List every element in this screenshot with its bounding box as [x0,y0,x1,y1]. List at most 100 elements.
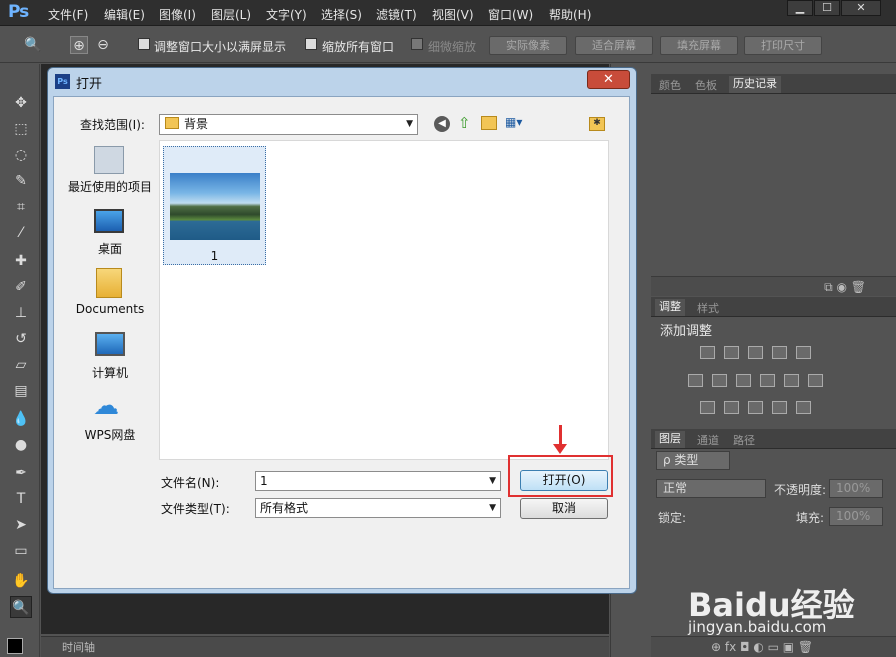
menu-window[interactable]: 窗口(W) [488,6,533,23]
timeline-label[interactable]: 时间轴 [62,639,95,655]
maximize-button[interactable]: ☐ [814,0,840,16]
hue-saturation-icon[interactable] [688,374,703,387]
brightness-icon[interactable] [700,346,715,359]
history-brush-icon[interactable]: ↺ [10,328,32,350]
place-documents[interactable]: Documents [66,302,154,316]
documents-folder-icon[interactable] [96,268,122,298]
crop-tool-icon[interactable]: ⌗ [10,196,32,218]
invert-icon[interactable] [700,401,715,414]
new-folder-icon[interactable] [481,116,497,130]
lock-label: 锁定: [658,511,687,525]
tab-styles[interactable]: 样式 [697,300,719,316]
menu-type[interactable]: 文字(Y) [266,6,307,23]
eraser-icon[interactable]: ▱ [10,354,32,376]
curves-icon[interactable] [748,346,763,359]
zoom-in-icon[interactable]: ⊕ [70,36,88,54]
lasso-tool-icon[interactable]: ◌ [10,144,32,166]
zoom-out-icon[interactable]: ⊖ [94,36,112,54]
color-balance-icon[interactable] [712,374,727,387]
hand-tool-icon[interactable]: ✋ [10,570,32,592]
menu-layer[interactable]: 图层(L) [211,6,251,23]
filename-label: 文件名(N): [161,476,220,490]
place-wps-cloud[interactable]: WPS网盘 [66,426,154,443]
tab-layers[interactable]: 图层 [655,431,685,448]
color-lookup-icon[interactable] [808,374,823,387]
menu-help[interactable]: 帮助(H) [549,6,591,23]
quick-select-icon[interactable]: ✎ [10,170,32,192]
layers-panel-footer: ⊕ fx ◘ ◐ ▭ ▣ 🗑 [651,636,896,657]
back-icon[interactable]: ◀ [434,116,450,132]
favorite-folder-icon[interactable]: ✱ [589,117,605,131]
arrow-head-icon [553,444,567,454]
exposure-icon[interactable] [772,346,787,359]
stamp-tool-icon[interactable]: ⊥ [10,302,32,324]
menu-file[interactable]: 文件(F) [48,6,88,23]
zoom-tool-icon[interactable]: 🔍 [24,36,42,54]
chevron-down-icon: ▼ [489,503,496,513]
opacity-input[interactable]: 100% [829,479,883,498]
levels-icon[interactable] [724,346,739,359]
close-window-button[interactable]: ✕ [841,0,881,16]
cancel-button[interactable]: 取消 [520,498,608,519]
vibrance-icon[interactable] [796,346,811,359]
scrubby-zoom-checkbox[interactable] [411,38,423,50]
dialog-close-button[interactable]: ✕ [587,70,630,89]
brush-tool-icon[interactable]: ✐ [10,276,32,298]
menu-select[interactable]: 选择(S) [321,6,362,23]
view-menu-icon[interactable]: ▦▾ [505,115,529,131]
threshold-icon[interactable] [748,401,763,414]
fill-input[interactable]: 100% [829,507,883,526]
add-adjustment-title: 添加调整 [660,324,713,339]
print-size-button[interactable]: 打印尺寸 [744,36,822,55]
blur-tool-icon[interactable]: 💧 [10,408,32,430]
actual-pixels-button[interactable]: 实际像素 [489,36,567,55]
move-tool-icon[interactable]: ✥ [10,92,32,114]
place-desktop[interactable]: 桌面 [66,240,154,257]
tab-history[interactable]: 历史记录 [729,76,781,93]
pen-tool-icon[interactable]: ✒ [10,462,32,484]
place-computer[interactable]: 计算机 [66,364,154,381]
up-folder-icon[interactable]: ⇧ [458,114,471,132]
healing-brush-icon[interactable]: ✚ [10,250,32,272]
resize-windows-checkbox[interactable] [138,38,150,50]
dodge-tool-icon[interactable]: ● [10,434,32,456]
gradient-icon[interactable]: ▤ [10,380,32,402]
path-select-icon[interactable]: ➤ [10,514,32,536]
place-recent[interactable]: 最近使用的项目 [66,178,154,195]
black-white-icon[interactable] [736,374,751,387]
channel-mixer-icon[interactable] [784,374,799,387]
tab-paths[interactable]: 路径 [733,432,755,448]
blend-mode-select[interactable]: 正常 [656,479,766,498]
tab-channels[interactable]: 通道 [697,432,719,448]
baidu-watermark-url: jingyan.baidu.com [688,618,827,636]
look-in-select[interactable]: 背景 ▼ [159,114,418,135]
minimize-button[interactable]: ▁ [787,0,813,16]
filetype-select[interactable]: 所有格式 ▼ [255,498,501,518]
type-tool-icon[interactable]: T [10,488,32,510]
fill-screen-button[interactable]: 填充屏幕 [660,36,738,55]
tab-swatches[interactable]: 色板 [695,77,717,93]
zoom-tool-icon-active[interactable]: 🔍 [10,596,32,618]
menu-image[interactable]: 图像(I) [159,6,196,23]
eyedropper-icon[interactable]: ⁄ [10,222,32,244]
gradient-map-icon[interactable] [796,401,811,414]
menu-filter[interactable]: 滤镜(T) [376,6,417,23]
recent-icon[interactable] [94,146,124,174]
zoom-all-checkbox[interactable] [305,38,317,50]
computer-icon[interactable] [95,332,125,356]
foreground-color-swatch[interactable] [7,638,23,654]
tab-color[interactable]: 颜色 [659,77,681,93]
menu-view[interactable]: 视图(V) [432,6,474,23]
cloud-icon[interactable]: ☁ [93,392,119,420]
shape-tool-icon[interactable]: ▭ [10,540,32,562]
posterize-icon[interactable] [724,401,739,414]
marquee-tool-icon[interactable]: ⬚ [10,118,32,140]
filename-input[interactable]: 1 ▼ [255,471,501,491]
tab-adjustments[interactable]: 调整 [655,299,685,316]
menu-edit[interactable]: 编辑(E) [104,6,145,23]
selective-color-icon[interactable] [772,401,787,414]
layer-filter-select[interactable]: ρ 类型 [656,451,730,470]
desktop-icon[interactable] [94,209,124,233]
photo-filter-icon[interactable] [760,374,775,387]
fit-screen-button[interactable]: 适合屏幕 [575,36,653,55]
